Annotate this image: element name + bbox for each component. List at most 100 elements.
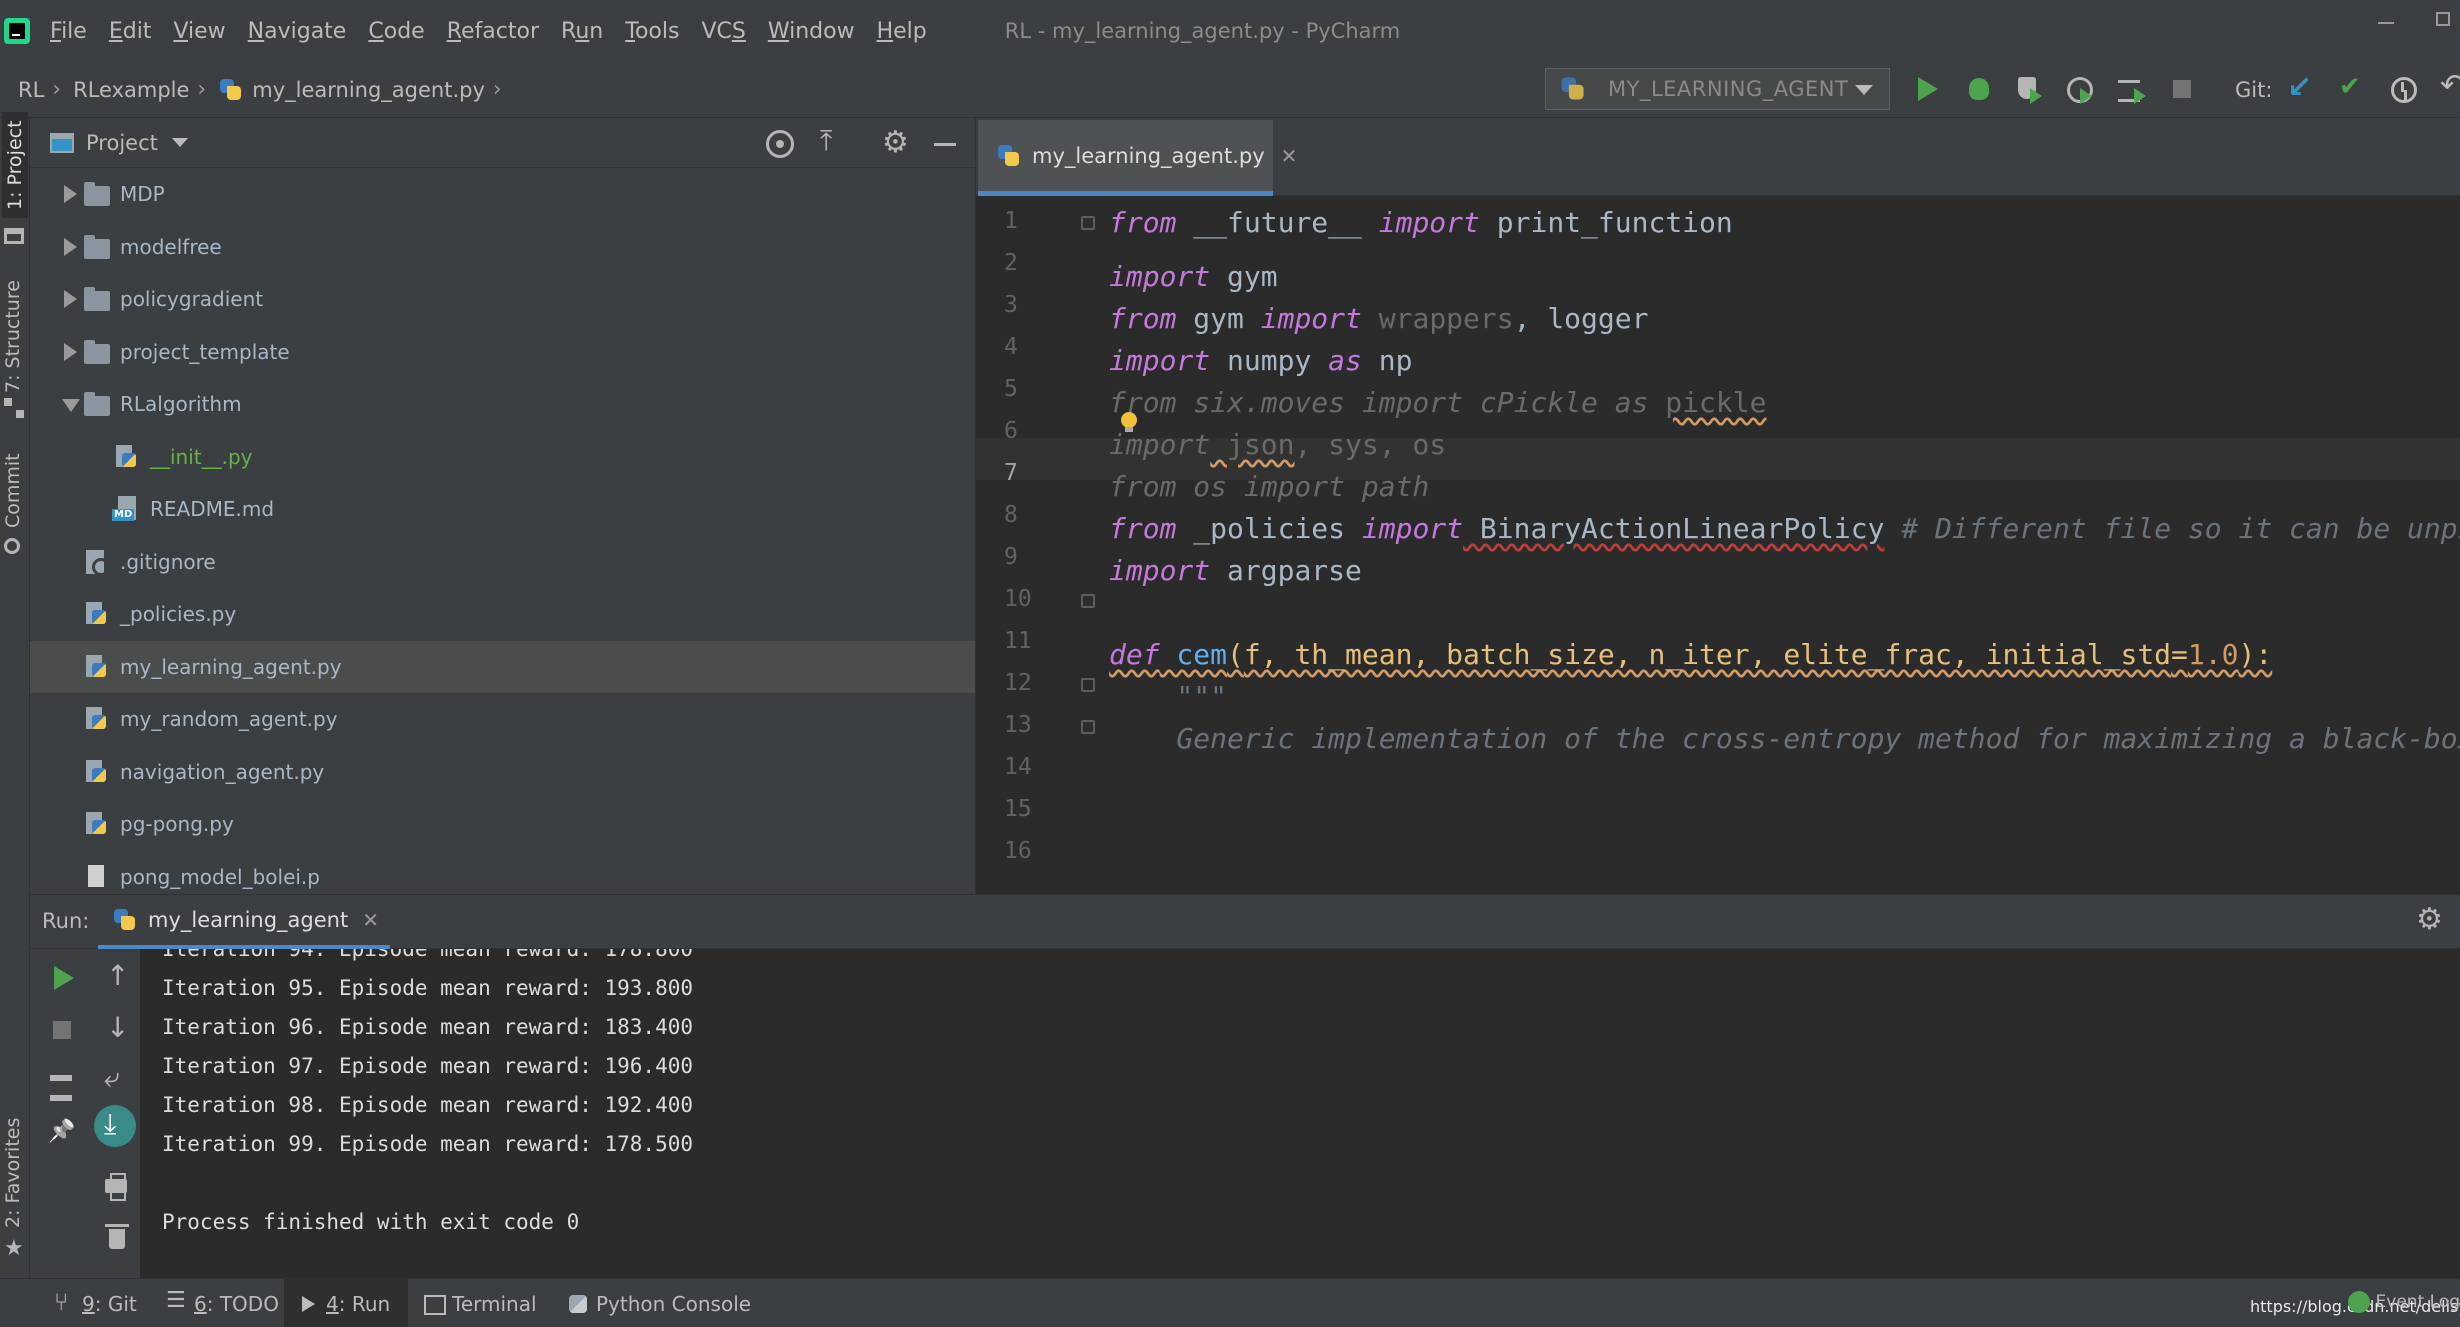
- git-history-icon[interactable]: [2386, 72, 2420, 106]
- tool-tab-favorites[interactable]: 2: Favorites: [2, 1118, 24, 1228]
- tree-item-label: navigation_agent.py: [120, 759, 325, 784]
- breadcrumb-item-folder[interactable]: RLexample: [73, 78, 189, 102]
- tree-folder[interactable]: project_template: [30, 326, 975, 378]
- tree-file[interactable]: __init__.py: [30, 431, 975, 483]
- restore-icon[interactable]: [2436, 12, 2450, 26]
- tree-file[interactable]: my_random_agent.py: [30, 693, 975, 745]
- fold-marker-icon[interactable]: [1081, 678, 1095, 692]
- rerun-icon[interactable]: [44, 961, 78, 995]
- tool-button-python-console[interactable]: Python Console: [562, 1279, 757, 1327]
- trash-icon[interactable]: [100, 1221, 134, 1255]
- scroll-to-end-icon[interactable]: [94, 1105, 136, 1147]
- arrow-up-icon[interactable]: [100, 959, 134, 995]
- restore-layout-icon[interactable]: [44, 1065, 78, 1101]
- code-area[interactable]: from __future__ import print_function im…: [976, 196, 2460, 856]
- project-view-select[interactable]: Project: [86, 131, 158, 155]
- breadcrumb-item-file[interactable]: my_learning_agent.py: [252, 78, 485, 102]
- concurrency-diagram-icon[interactable]: [2114, 72, 2148, 106]
- menu-item[interactable]: Tools: [625, 19, 679, 44]
- chevron-right-icon[interactable]: [64, 290, 77, 308]
- code-line-1: from __future__ import print_function: [1109, 206, 1733, 239]
- close-icon[interactable]: ✕: [362, 908, 379, 932]
- console-line: Process finished with exit code 0: [162, 1210, 580, 1234]
- tool-tab-commit[interactable]: Commit: [2, 453, 24, 528]
- gear-icon[interactable]: [882, 125, 910, 160]
- minimize-panel-icon[interactable]: [932, 130, 960, 158]
- editor-tab-active[interactable]: my_learning_agent.py ✕: [978, 120, 1297, 196]
- git-branch-icon: [54, 1288, 74, 1316]
- stop-icon[interactable]: [2164, 72, 2198, 106]
- tool-tab-structure[interactable]: 7: Structure: [2, 280, 24, 393]
- soft-wrap-icon[interactable]: [100, 1061, 134, 1099]
- tree-file[interactable]: _policies.py: [30, 588, 975, 640]
- locate-file-icon[interactable]: [766, 130, 794, 158]
- gear-icon[interactable]: [2416, 902, 2446, 937]
- tree-folder[interactable]: modelfree: [30, 221, 975, 273]
- chevron-down-icon[interactable]: [171, 138, 188, 147]
- tree-folder[interactable]: MDP: [30, 168, 975, 220]
- git-commit-icon[interactable]: [2335, 72, 2369, 106]
- print-icon[interactable]: [100, 1169, 134, 1203]
- run-configuration-select[interactable]: MY_LEARNING_AGENT: [1545, 68, 1890, 110]
- tree-file[interactable]: navigation_agent.py: [30, 746, 975, 798]
- folder-icon: [84, 182, 110, 206]
- lightbulb-icon[interactable]: [1121, 412, 1137, 432]
- chevron-down-icon: [1855, 85, 1873, 95]
- menu-item[interactable]: Navigate: [248, 19, 347, 44]
- menu-item[interactable]: VCS: [701, 19, 745, 44]
- tool-button-terminal[interactable]: Terminal: [418, 1279, 543, 1327]
- breadcrumb-item-project[interactable]: RL: [18, 78, 44, 102]
- tree-folder[interactable]: RLalgorithm: [30, 378, 975, 430]
- git-rollback-icon[interactable]: [2436, 68, 2460, 106]
- tree-file[interactable]: pg-pong.py: [30, 798, 975, 850]
- arrow-down-icon[interactable]: [100, 1011, 134, 1047]
- menu-item[interactable]: Help: [877, 19, 927, 44]
- console-output[interactable]: Iteration 94. Episode mean reward: 178.8…: [140, 949, 2460, 1279]
- line-number: 11: [1004, 628, 1032, 654]
- stop-icon[interactable]: [44, 1013, 78, 1047]
- chevron-right-icon[interactable]: [64, 342, 77, 361]
- code-line-3: import gym: [1109, 260, 1278, 293]
- menu-item[interactable]: File: [50, 19, 87, 44]
- profile-icon[interactable]: [2062, 72, 2096, 106]
- play-icon: [298, 1294, 318, 1314]
- code-editor: my_learning_agent.py ✕ from __future__ i…: [975, 118, 2460, 894]
- run-with-coverage-icon[interactable]: [2012, 72, 2046, 106]
- tree-item-label: .gitignore: [120, 549, 216, 574]
- tool-button-event-log[interactable]: Event Log: [2347, 1291, 2460, 1313]
- pin-icon[interactable]: [44, 1119, 78, 1153]
- left-tool-strip: 1: Project 7: Structure Commit ★ 2: Favo…: [0, 112, 30, 1278]
- tool-button-todo[interactable]: 6: TODO: [160, 1279, 285, 1327]
- folder-icon: [84, 339, 110, 364]
- console-line: Iteration 98. Episode mean reward: 192.4…: [162, 1093, 694, 1117]
- run-icon[interactable]: [1910, 72, 1944, 106]
- tool-tab-project[interactable]: 1: Project: [2, 112, 28, 218]
- fold-marker-icon[interactable]: [1081, 720, 1095, 734]
- tree-file[interactable]: README.md: [30, 483, 975, 535]
- menu-item[interactable]: Refactor: [447, 19, 539, 44]
- menu-item[interactable]: Window: [768, 19, 855, 44]
- python-icon: [112, 908, 136, 932]
- fold-marker-icon[interactable]: [1081, 216, 1095, 230]
- tree-file[interactable]: my_learning_agent.py: [30, 640, 975, 693]
- menu-item[interactable]: View: [173, 19, 225, 44]
- run-tab-active[interactable]: my_learning_agent ✕: [98, 895, 390, 949]
- chevron-down-icon[interactable]: [62, 399, 80, 412]
- collapse-all-icon[interactable]: [818, 124, 846, 158]
- fold-marker-icon[interactable]: [1081, 594, 1095, 608]
- close-icon[interactable]: ✕: [1281, 144, 1298, 168]
- chevron-right-icon[interactable]: [64, 237, 77, 256]
- menu-item[interactable]: Code: [368, 19, 424, 44]
- python-file-icon: [82, 758, 110, 786]
- minimize-icon[interactable]: [2378, 8, 2396, 26]
- menu-item[interactable]: Run: [561, 19, 603, 44]
- menu-item[interactable]: Edit: [109, 19, 152, 44]
- debug-icon[interactable]: [1962, 72, 1996, 106]
- tree-file[interactable]: .gitignore: [30, 536, 975, 588]
- python-file-icon: [112, 443, 140, 471]
- git-update-icon[interactable]: [2283, 70, 2317, 106]
- tool-button-run[interactable]: 4: Run: [284, 1279, 409, 1327]
- tree-folder[interactable]: policygradient: [30, 273, 975, 325]
- tool-button-git[interactable]: 9: Git: [48, 1279, 143, 1327]
- chevron-right-icon[interactable]: [64, 185, 77, 203]
